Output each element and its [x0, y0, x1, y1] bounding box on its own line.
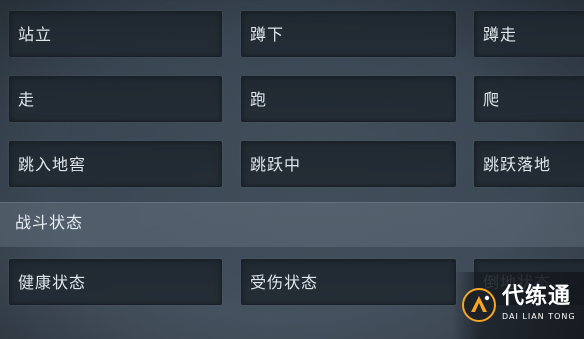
state-cell-crawl[interactable]: 爬 — [474, 76, 584, 122]
watermark-brand-text: 代练通 — [502, 284, 572, 309]
state-cell-jump-landing[interactable]: 跳跃落地 — [474, 141, 584, 187]
watermark: 代练通 DAI LIAN TONG — [452, 272, 584, 339]
brand-logo-icon — [462, 288, 496, 322]
state-cell-run[interactable]: 跑 — [241, 76, 456, 122]
watermark-pinyin-text: DAI LIAN TONG — [502, 312, 576, 321]
state-cell-walk[interactable]: 走 — [9, 76, 222, 122]
section-title: 战斗状态 — [15, 213, 84, 232]
state-cell-jump-into-cellar[interactable]: 跳入地窖 — [9, 141, 222, 187]
state-cell-jumping[interactable]: 跳跃中 — [241, 141, 456, 187]
state-cell-injured[interactable]: 受伤状态 — [241, 259, 456, 305]
state-cell-crouch-walk[interactable]: 蹲走 — [474, 11, 584, 57]
state-cell-stand[interactable]: 站立 — [9, 11, 222, 57]
section-header-combat: 战斗状态 — [0, 202, 584, 247]
state-cell-healthy[interactable]: 健康状态 — [9, 259, 222, 305]
state-cell-crouch[interactable]: 蹲下 — [241, 11, 456, 57]
